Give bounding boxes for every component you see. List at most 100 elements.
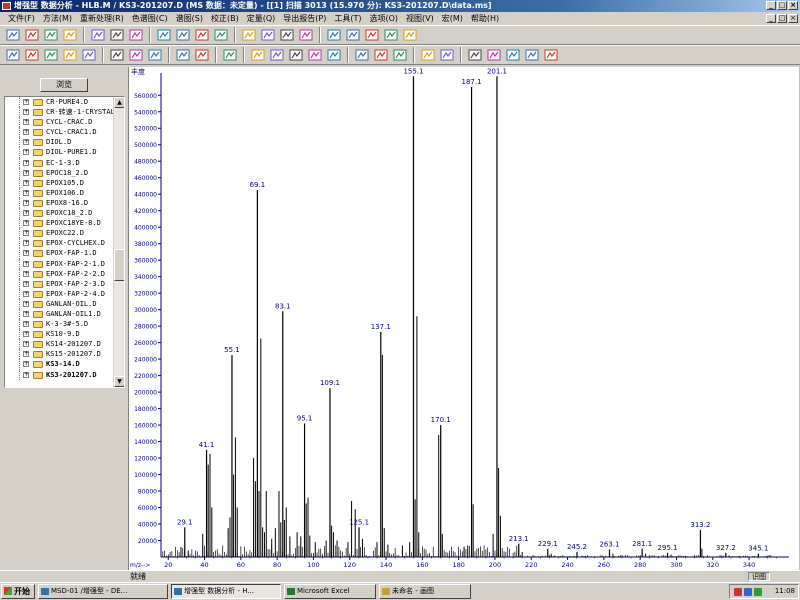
scroll-thumb[interactable] (114, 249, 124, 281)
ion-d-button[interactable] (306, 47, 324, 64)
peak-a-button[interactable] (353, 47, 371, 64)
expand-icon[interactable]: + (23, 290, 29, 297)
tray-icon-b[interactable] (744, 588, 752, 596)
tree-item[interactable]: + EPOX106.D (5, 187, 115, 198)
tree-item[interactable]: + EC-1-3.D (5, 157, 115, 168)
help-button[interactable] (174, 47, 192, 64)
tree-item[interactable]: + KS15-201207.D (5, 349, 115, 360)
integrate-button[interactable] (174, 27, 192, 44)
tray-icon-c[interactable] (754, 588, 762, 596)
expand-icon[interactable]: + (23, 321, 29, 328)
expand-icon[interactable]: + (23, 119, 29, 126)
tree-scrollbar[interactable]: ▲ ▼ (113, 97, 124, 387)
check-button[interactable] (438, 47, 456, 64)
report-c-button[interactable] (504, 47, 522, 64)
tree-item[interactable]: + EPOX-FAP-2-3.D (5, 278, 115, 289)
menu-help[interactable]: 帮助(H) (467, 13, 503, 24)
labels-button[interactable] (80, 47, 98, 64)
tool-d-button[interactable] (382, 27, 400, 44)
close-button[interactable]: × (788, 1, 798, 10)
fit-button[interactable] (240, 27, 258, 44)
tree-item[interactable]: + EPOXC18YE-8.D (5, 218, 115, 229)
ion-e-button[interactable] (325, 47, 343, 64)
load-button[interactable] (4, 47, 22, 64)
tree-item[interactable]: + CYCL-CRAC1.D (5, 127, 115, 138)
menu-spectrum[interactable]: 谱图(S) (172, 13, 207, 24)
copy-window-button[interactable] (155, 27, 173, 44)
edit-button[interactable] (23, 47, 41, 64)
color-button[interactable] (127, 47, 145, 64)
tree-item[interactable]: + EPOXC18_2.D (5, 208, 115, 219)
mdi-close-button[interactable]: × (788, 14, 798, 23)
library-button[interactable] (297, 27, 315, 44)
expand-icon[interactable]: + (23, 159, 29, 166)
open-method-button[interactable] (4, 27, 22, 44)
tree-item[interactable]: + CYCL-CRAC.D (5, 117, 115, 128)
tool-c-button[interactable] (363, 27, 381, 44)
expand-icon[interactable]: + (23, 179, 29, 186)
tree-item[interactable]: + EPOX-FAP-2-2.D (5, 268, 115, 279)
expand-icon[interactable]: + (23, 210, 29, 217)
report-d-button[interactable] (523, 47, 541, 64)
ion-c-button[interactable] (287, 47, 305, 64)
print-button[interactable] (61, 27, 79, 44)
task-msd[interactable]: MSD-01 /增强型 - DE... (38, 584, 168, 599)
overlay-button[interactable] (259, 27, 277, 44)
menu-chromatogram[interactable]: 色谱图(C) (128, 13, 172, 24)
save-button[interactable] (23, 27, 41, 44)
report-b-button[interactable] (485, 47, 503, 64)
expand-icon[interactable]: + (23, 341, 29, 348)
task-data-analysis[interactable]: 增强型 数据分析 - H... (171, 584, 281, 599)
scroll-up-icon[interactable]: ▲ (114, 97, 124, 108)
tree-item[interactable]: + KS14-201207.D (5, 339, 115, 350)
mdi-minimize-button[interactable]: _ (766, 14, 776, 23)
ion-b-button[interactable] (268, 47, 286, 64)
expand-icon[interactable]: + (23, 169, 29, 176)
menu-report[interactable]: 导出报告(P) (279, 13, 330, 24)
menu-file[interactable]: 文件(F) (4, 13, 39, 24)
tree-item[interactable]: + KS10-9.D (5, 329, 115, 340)
tree-item[interactable]: + EPOC18_2.D (5, 167, 115, 178)
erase-button[interactable] (108, 47, 126, 64)
browse-button[interactable]: 浏览 (40, 78, 88, 92)
peak-c-button[interactable] (391, 47, 409, 64)
chart-button[interactable] (61, 47, 79, 64)
menu-tools[interactable]: 工具(T) (330, 13, 365, 24)
tree-item[interactable]: + CR-PURE4.D (5, 97, 115, 108)
tray-icon-a[interactable] (734, 588, 742, 596)
menu-calibrate[interactable]: 校正(B) (207, 13, 243, 24)
expand-icon[interactable]: + (23, 331, 29, 338)
expand-icon[interactable]: + (23, 280, 29, 287)
expand-icon[interactable]: + (23, 109, 29, 116)
tree-item[interactable]: + KS3-201207.D (5, 369, 115, 380)
tree-item[interactable]: + DIOL.D (5, 137, 115, 148)
menu-options[interactable]: 选项(O) (365, 13, 402, 24)
load-file-button[interactable] (42, 27, 60, 44)
menu-reprocess[interactable]: 重新处理(R) (76, 13, 128, 24)
expand-icon[interactable]: + (23, 361, 29, 368)
task-paint[interactable]: 未命名 - 画图 (379, 584, 471, 599)
tree-item[interactable]: + GANLAN-OIL.D (5, 298, 115, 309)
ion-a-button[interactable] (249, 47, 267, 64)
file-tree[interactable]: + CR-PURE4.D + CR-转速-1-CRYSTAL + CYCL-CRAC.D +… (4, 96, 125, 388)
tree-item[interactable]: + EPOX105.D (5, 177, 115, 188)
expand-icon[interactable]: + (23, 189, 29, 196)
expand-icon[interactable]: + (23, 260, 29, 267)
expand-icon[interactable]: + (23, 230, 29, 237)
chrom-button[interactable] (193, 27, 211, 44)
tree-item[interactable]: + EPOX-FAP-2-1.D (5, 258, 115, 269)
expand-icon[interactable]: + (23, 270, 29, 277)
maximize-button[interactable]: □ (777, 1, 787, 10)
expand-icon[interactable]: + (23, 310, 29, 317)
report-a-button[interactable] (466, 47, 484, 64)
mass-spectrum-chart[interactable]: 丰度 m/z--> 20000 40000 60000 80000 100000 120000… (129, 67, 800, 570)
expand-icon[interactable]: + (23, 149, 29, 156)
tree-item[interactable]: + GANLAN-OIL1.D (5, 308, 115, 320)
blank-button[interactable] (419, 47, 437, 64)
settings-button[interactable] (42, 47, 60, 64)
menu-view[interactable]: 视图(V) (402, 13, 438, 24)
tool-e-button[interactable] (401, 27, 419, 44)
tree-item[interactable]: + CR-转速-1-CRYSTAL (5, 107, 115, 118)
tree-item[interactable]: + EPOX-FAP-1.D (5, 248, 115, 259)
clipboard-button[interactable] (127, 27, 145, 44)
